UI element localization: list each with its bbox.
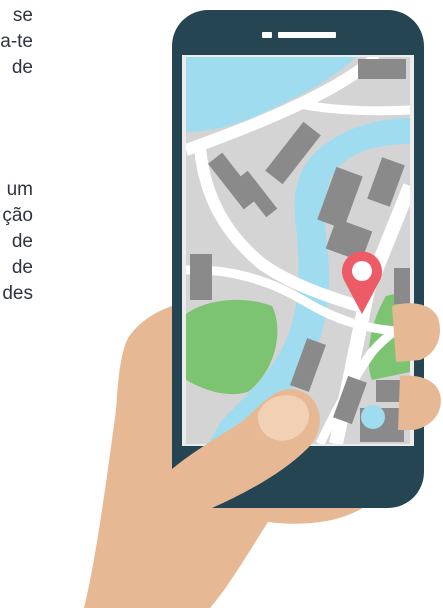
- finger: [392, 303, 440, 362]
- pond: [361, 405, 385, 429]
- finger: [398, 375, 441, 430]
- earpiece-speaker: [262, 32, 272, 38]
- map: [186, 57, 410, 444]
- phone-map-illustration: [84, 10, 441, 608]
- earpiece-speaker: [278, 32, 336, 38]
